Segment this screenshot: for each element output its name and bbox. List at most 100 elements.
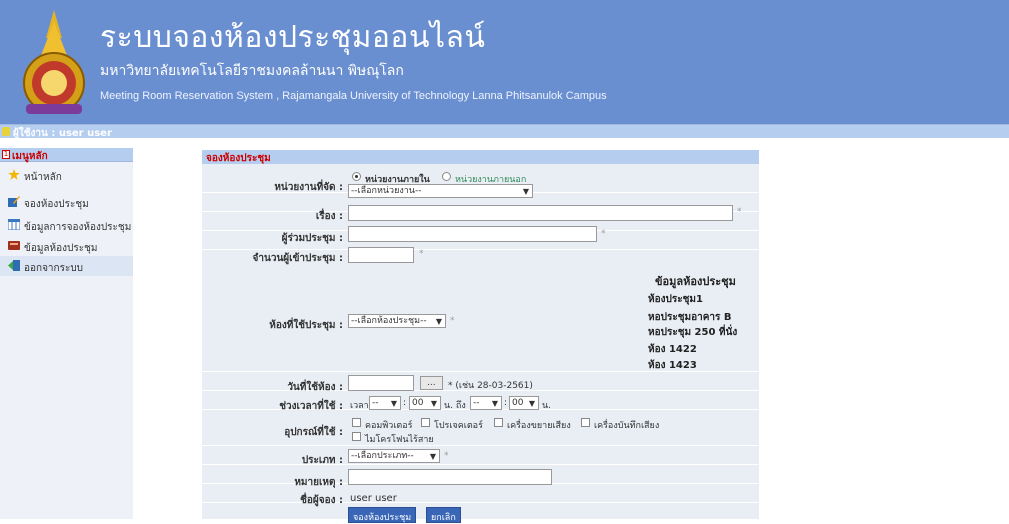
divider bbox=[202, 502, 759, 503]
sidebar-item-label: ออกจากระบบ bbox=[24, 263, 84, 274]
end-hour-select[interactable]: -- ▼ bbox=[470, 396, 502, 410]
booker-name: user user bbox=[350, 493, 397, 504]
room-list-item: หอประชุมอาคาร B bbox=[648, 312, 732, 323]
site-subtitle: มหาวิทยาลัยเทคโนโลยีราชมงคลล้านนา พิษณุโ… bbox=[100, 63, 404, 79]
required-mark: * bbox=[601, 229, 606, 239]
date-picker-button[interactable]: ... bbox=[420, 376, 443, 390]
sidebar-item-home[interactable]: หน้าหลัก bbox=[0, 165, 133, 185]
sidebar-item-label: ข้อมูลการจองห้องประชุม bbox=[24, 222, 132, 233]
sidebar-item-label: ข้อมูลห้องประชุม bbox=[24, 243, 98, 254]
equipment-option: โปรเจคเตอร์ bbox=[434, 421, 483, 431]
chevron-down-icon: ▼ bbox=[429, 452, 436, 461]
sidebar-item-logout[interactable]: ออกจากระบบ bbox=[0, 256, 133, 276]
equipment-checkbox[interactable] bbox=[352, 418, 361, 427]
sidebar-heading: 1 เมนูหลัก bbox=[0, 148, 133, 162]
required-mark: * bbox=[419, 249, 424, 259]
divider bbox=[202, 445, 759, 446]
chevron-down-icon: ▼ bbox=[528, 399, 535, 408]
chevron-down-icon: ▼ bbox=[491, 399, 498, 408]
org-internal-radio[interactable] bbox=[352, 172, 361, 181]
booker-label: ชื่อผู้จอง : bbox=[300, 495, 343, 506]
room-list-item: ห้อง 1423 bbox=[648, 360, 697, 371]
room-label: ห้องที่ใช้ประชุม : bbox=[269, 320, 343, 331]
type-label: ประเภท : bbox=[301, 455, 343, 466]
date-hint: * (เช่น 28-03-2561) bbox=[448, 381, 533, 391]
start-minute-value: 00 bbox=[412, 398, 424, 408]
start-hour-value: -- bbox=[372, 398, 379, 408]
org-label: หน่วยงานที่จัด : bbox=[274, 182, 343, 193]
equipment-checkbox[interactable] bbox=[581, 418, 590, 427]
equipment-checkbox[interactable] bbox=[494, 418, 503, 427]
chevron-down-icon: ▼ bbox=[435, 317, 442, 326]
equipment-label: อุปกรณ์ที่ใช้ : bbox=[284, 427, 343, 438]
sidebar-item-bookings[interactable]: ข้อมูลการจองห้องประชุม bbox=[0, 215, 133, 235]
note-label: หมายเหตุ : bbox=[294, 477, 343, 488]
required-mark: * bbox=[444, 451, 449, 461]
room-list-item: ห้องประชุม1 bbox=[648, 294, 703, 305]
required-mark: * bbox=[737, 207, 742, 217]
sidebar-item-label: หน้าหลัก bbox=[24, 172, 62, 183]
chevron-down-icon: ▼ bbox=[522, 187, 529, 196]
equipment-option: เครื่องขยายเสียง bbox=[507, 421, 571, 431]
note-input[interactable] bbox=[348, 469, 552, 485]
university-seal-icon bbox=[23, 10, 85, 114]
org-external-radio[interactable] bbox=[442, 172, 451, 181]
equipment-checkbox[interactable] bbox=[352, 432, 361, 441]
start-hour-select[interactable]: -- ▼ bbox=[369, 396, 401, 410]
date-input[interactable] bbox=[348, 375, 414, 391]
equipment-option: เครื่องบันทึกเสียง bbox=[594, 421, 660, 431]
start-minute-select[interactable]: 00 ▼ bbox=[409, 396, 441, 410]
end-minute-select[interactable]: 00 ▼ bbox=[509, 396, 539, 410]
divider bbox=[202, 464, 759, 465]
subject-input[interactable] bbox=[348, 205, 733, 221]
sidebar-heading-label: เมนูหลัก bbox=[12, 151, 48, 162]
attendees-input[interactable] bbox=[348, 226, 597, 242]
divider bbox=[202, 249, 759, 250]
star-icon bbox=[8, 169, 20, 180]
logout-icon bbox=[8, 260, 20, 271]
time-to-label: น. ถึง bbox=[444, 401, 466, 411]
time-unit: น. bbox=[542, 401, 552, 411]
time-prefix: เวลา bbox=[350, 401, 369, 411]
edit-icon bbox=[8, 196, 20, 207]
sidebar-item-label: จองห้องประชุม bbox=[24, 199, 89, 210]
equipment-option: ไมโครโฟนไร้สาย bbox=[365, 435, 434, 445]
submit-booking-button[interactable]: จองห้องประชุม bbox=[348, 507, 417, 523]
date-label: วันที่ใช้ห้อง : bbox=[287, 382, 343, 393]
chevron-down-icon: ▼ bbox=[390, 399, 397, 408]
sidebar-item-book-room[interactable]: จองห้องประชุม bbox=[0, 192, 133, 212]
count-label: จำนวนผู้เข้าประชุม : bbox=[252, 253, 343, 264]
room-info-title: ข้อมูลห้องประชุม bbox=[655, 275, 736, 288]
org-select[interactable]: --เลือกหน่วยงาน-- ▼ bbox=[348, 184, 533, 198]
user-icon bbox=[2, 127, 10, 136]
user-bar: ผู้ใช้งาน : user user bbox=[0, 124, 1009, 139]
org-select-value: --เลือกหน่วยงาน-- bbox=[351, 186, 422, 196]
equipment-checkbox[interactable] bbox=[421, 418, 430, 427]
room-icon bbox=[8, 241, 20, 250]
chevron-down-icon: ▼ bbox=[430, 399, 437, 408]
sidebar-item-room-info[interactable]: ข้อมูลห้องประชุม bbox=[0, 236, 133, 256]
site-english-title: Meeting Room Reservation System , Rajama… bbox=[100, 90, 607, 102]
form-heading: จองห้องประชุม bbox=[202, 150, 759, 164]
menu-icon: 1 bbox=[2, 150, 10, 159]
current-user-label: ผู้ใช้งาน : user user bbox=[13, 128, 112, 139]
table-icon bbox=[8, 219, 20, 230]
room-select-value: --เลือกห้องประชุม-- bbox=[351, 316, 427, 326]
attendees-label: ผู้ร่วมประชุม : bbox=[281, 233, 343, 244]
cancel-button[interactable]: ยกเลิก bbox=[426, 507, 461, 523]
end-hour-value: -- bbox=[473, 398, 480, 408]
room-list-item: ห้อง 1422 bbox=[648, 344, 697, 355]
time-colon: : bbox=[403, 398, 407, 408]
subject-label: เรื่อง : bbox=[315, 211, 343, 222]
equipment-option: คอมพิวเตอร์ bbox=[365, 421, 413, 431]
required-mark: * bbox=[450, 316, 455, 326]
attendee-count-input[interactable] bbox=[348, 247, 414, 263]
time-colon: : bbox=[504, 398, 508, 408]
time-label: ช่วงเวลาที่ใช้ : bbox=[279, 401, 343, 412]
type-select-value: --เลือกประเภท-- bbox=[351, 451, 414, 461]
type-select[interactable]: --เลือกประเภท-- ▼ bbox=[348, 449, 440, 463]
site-title: ระบบจองห้องประชุมออนไลน์ bbox=[100, 20, 486, 55]
room-select[interactable]: --เลือกห้องประชุม-- ▼ bbox=[348, 314, 446, 328]
end-minute-value: 00 bbox=[512, 398, 524, 408]
room-list-item: หอประชุม 250 ที่นั่ง bbox=[648, 327, 738, 338]
